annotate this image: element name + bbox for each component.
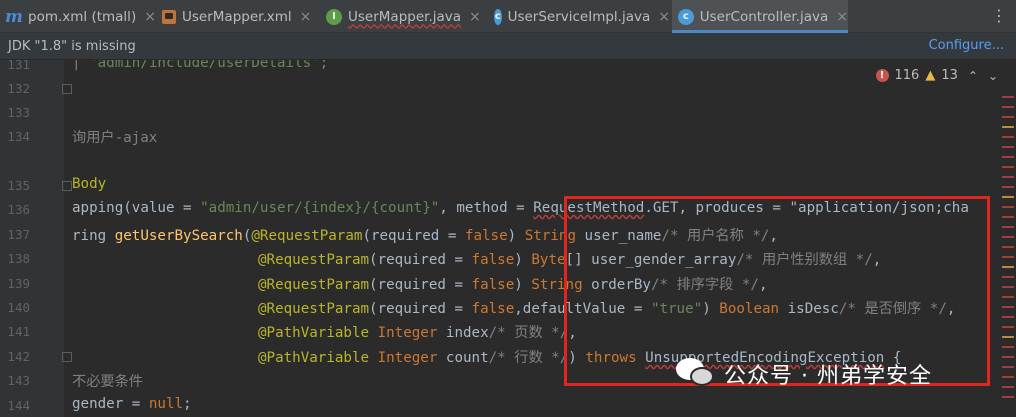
fold-start-icon[interactable] <box>62 181 72 191</box>
tab-label: UserServiceImpl.java <box>507 8 651 25</box>
error-mark[interactable] <box>1002 126 1014 128</box>
error-mark[interactable] <box>1002 96 1014 98</box>
error-mark[interactable] <box>1002 226 1014 228</box>
line-number: 135 <box>7 178 30 193</box>
class-icon: c <box>678 8 694 25</box>
interface-icon: I <box>326 8 342 25</box>
code-text: gender = null; <box>72 396 192 412</box>
class-icon: c <box>494 8 502 25</box>
error-mark[interactable] <box>1002 246 1014 248</box>
fold-end-icon[interactable] <box>62 352 72 362</box>
code-text: @PathVariable Integer index/* 页数 */, <box>258 325 577 341</box>
error-mark[interactable] <box>1002 116 1014 118</box>
line-number: 134 <box>7 129 30 144</box>
tab-label: UserController.java <box>699 8 829 25</box>
error-mark[interactable] <box>1002 196 1014 198</box>
chevron-up-icon[interactable]: ⌃ <box>968 69 978 83</box>
tab-usermapper-java[interactable]: I UserMapper.java × <box>320 0 486 33</box>
error-mark[interactable] <box>1002 336 1014 338</box>
code-text: 询用户-ajax <box>72 130 158 146</box>
editor-tab-bar: m pom.xml (tmall) × UserMapper.xml × I U… <box>0 0 1016 33</box>
line-gutter: 131 132 133 134 135 136 137 138 139 140 … <box>0 60 64 417</box>
error-mark[interactable] <box>1002 296 1014 298</box>
error-mark[interactable] <box>1002 366 1014 368</box>
line-number: 142 <box>7 349 30 364</box>
line-number: 136 <box>7 202 30 217</box>
close-icon[interactable]: × <box>469 9 481 25</box>
error-mark[interactable] <box>1002 176 1014 178</box>
error-count: 116 <box>894 68 920 83</box>
error-mark[interactable] <box>1002 316 1014 318</box>
line-number: 138 <box>7 251 30 266</box>
error-mark[interactable] <box>1002 356 1014 358</box>
line-number: 131 <box>7 60 30 72</box>
error-mark[interactable] <box>1002 326 1014 328</box>
warning-icon: ▲ <box>925 68 936 83</box>
line-number: 143 <box>7 373 30 388</box>
tab-label: UserMapper.java <box>348 8 462 25</box>
code-text: Body <box>72 176 107 192</box>
error-mark[interactable] <box>1002 386 1014 388</box>
maven-icon: m <box>5 6 23 27</box>
line-number: 132 <box>7 81 30 96</box>
error-mark[interactable] <box>1002 106 1014 108</box>
error-mark[interactable] <box>1002 276 1014 278</box>
tab-userserviceimpl-java[interactable]: c UserServiceImpl.java × <box>488 0 670 33</box>
error-mark[interactable] <box>1002 206 1014 208</box>
error-mark[interactable] <box>1002 346 1014 348</box>
error-stripe[interactable] <box>1002 90 1014 410</box>
line-number: 133 <box>7 105 30 120</box>
close-icon[interactable]: × <box>836 9 848 25</box>
close-icon[interactable]: × <box>658 9 670 25</box>
error-mark[interactable] <box>1002 286 1014 288</box>
watermark: 公众号 · 州弟学安全 <box>676 358 932 390</box>
tab-usermapper-xml[interactable]: UserMapper.xml × <box>156 0 316 33</box>
configure-link[interactable]: Configure... <box>929 38 1004 53</box>
code-line: gender = null; <box>72 396 192 412</box>
close-icon[interactable]: × <box>300 9 312 25</box>
tab-label: pom.xml (tmall) <box>28 8 137 25</box>
tab-list-menu-icon[interactable]: ⋮ <box>990 7 1008 25</box>
code-line: 询用户-ajax <box>72 127 157 147</box>
error-mark[interactable] <box>1002 376 1014 378</box>
error-icon: ! <box>875 69 889 82</box>
error-mark[interactable] <box>1002 236 1014 238</box>
notification-message: JDK "1.8" is missing <box>8 38 136 54</box>
fold-end-icon[interactable] <box>62 84 72 94</box>
tab-usercontroller-java[interactable]: c UserController.java × <box>672 0 848 33</box>
line-number: 144 <box>7 398 30 413</box>
inspection-widget[interactable]: ! 116 ▲ 13 ⌃ ⌄ <box>875 68 998 83</box>
code-text: "admin/include/userDetails"; <box>89 60 329 71</box>
warning-count: 13 <box>941 68 958 83</box>
notification-bar: JDK "1.8" is missing Configure... <box>0 33 1016 60</box>
error-mark[interactable] <box>1002 186 1014 188</box>
xml-file-icon <box>162 9 176 24</box>
error-mark[interactable] <box>1002 166 1014 168</box>
error-mark[interactable] <box>1002 156 1014 158</box>
watermark-text: 公众号 · 州弟学安全 <box>724 364 932 389</box>
code-line: 不必要条件 <box>72 371 143 391</box>
close-icon[interactable]: × <box>144 9 156 25</box>
tab-label: UserMapper.xml <box>182 8 292 25</box>
line-number: 141 <box>7 324 30 339</box>
code-text: 不必要条件 <box>72 374 143 390</box>
wechat-icon <box>676 358 714 390</box>
error-mark[interactable] <box>1002 306 1014 308</box>
error-mark[interactable] <box>1002 266 1014 268</box>
line-number: 139 <box>7 276 30 291</box>
error-mark[interactable] <box>1002 256 1014 258</box>
line-number: 137 <box>7 227 30 242</box>
line-number: 140 <box>7 300 30 315</box>
tab-pom-xml[interactable]: m pom.xml (tmall) × <box>0 0 156 33</box>
error-mark[interactable] <box>1002 396 1014 398</box>
error-mark[interactable] <box>1002 136 1014 138</box>
error-mark[interactable] <box>1002 216 1014 218</box>
chevron-down-icon[interactable]: ⌄ <box>988 69 998 83</box>
code-line: @PathVariable Integer index/* 页数 */, <box>258 322 577 342</box>
code-line: Body <box>72 176 106 192</box>
code-editor[interactable]: 131 132 133 134 135 136 137 138 139 140 … <box>0 60 1016 417</box>
error-mark[interactable] <box>1002 146 1014 148</box>
code-line: | "admin/include/userDetails"; <box>72 60 328 71</box>
